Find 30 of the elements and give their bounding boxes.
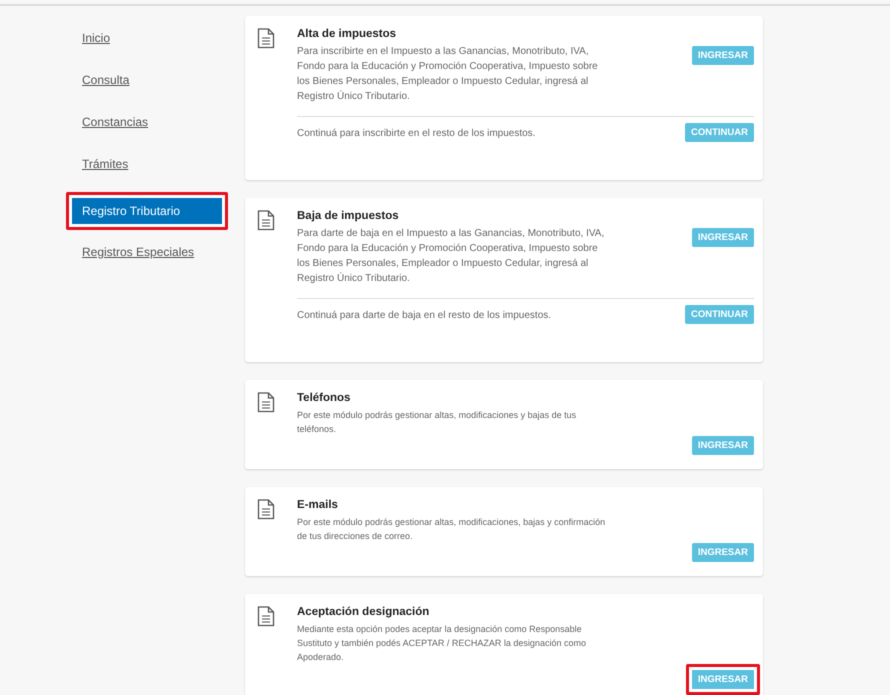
sidebar-item[interactable]: Inicio bbox=[66, 24, 228, 52]
card-title: E-mails bbox=[297, 499, 339, 511]
continue-button[interactable]: CONTINUAR bbox=[685, 123, 754, 142]
document-icon bbox=[257, 499, 275, 520]
enter-button[interactable]: INGRESAR bbox=[692, 46, 754, 65]
continue-text: Continuá para inscribirte en el resto de los impuestos. bbox=[297, 127, 536, 141]
continue-button[interactable]: CONTINUAR bbox=[685, 305, 754, 324]
sidebar-item[interactable]: Constancias bbox=[66, 108, 228, 136]
document-icon bbox=[257, 392, 275, 413]
enter-button[interactable]: INGRESAR bbox=[692, 436, 754, 455]
sidebar-item[interactable]: Registros Especiales bbox=[66, 238, 228, 266]
card-description: Mediante esta opción podes aceptar la designación como Responsable Sustituto y también podés ACEPTAR / RECHAZAR la designación como Apoderado. bbox=[297, 623, 587, 664]
card-description: Por este módulo podrás gestionar altas, modificaciones, bajas y confirmación de tus direcciones de correo. bbox=[297, 516, 606, 543]
card-description: Por este módulo podrás gestionar altas, modificaciones y bajas de tus teléfonos. bbox=[297, 409, 578, 436]
enter-button[interactable]: INGRESAR bbox=[686, 664, 760, 695]
enter-button[interactable]: INGRESAR bbox=[692, 228, 754, 247]
card-description: Para inscribirte en el Impuesto a las Ganancias, Monotributo, IVA, Fondo para la Educación y Promoción Cooperativa, Impuesto sobre los Bienes Personales, Empleador o Impuesto Cedular, ingresá al Registro Único Tributario. bbox=[297, 45, 599, 104]
sidebar-item[interactable]: Trámites bbox=[66, 150, 228, 178]
sidebar-item[interactable]: Registro Tributario bbox=[66, 192, 228, 230]
document-icon bbox=[257, 28, 275, 49]
card-title: Aceptación designación bbox=[297, 606, 430, 618]
card-title: Alta de impuestos bbox=[297, 28, 398, 40]
document-icon bbox=[257, 210, 275, 231]
document-icon bbox=[257, 606, 275, 627]
card-title: Teléfonos bbox=[297, 392, 352, 404]
card-description: Para darte de baja en el Impuesto a las Ganancias, Monotributo, IVA, Fondo para la Educación y Promoción Cooperativa, Impuesto sobre los Bienes Personales, Empleador o Impuesto Cedular, ingresá al Registro Único Tributario. bbox=[297, 227, 606, 286]
card-title: Baja de impuestos bbox=[297, 210, 400, 222]
continue-text: Continuá para darte de baja en el resto de los impuestos. bbox=[297, 309, 552, 323]
sidebar-item[interactable]: Consulta bbox=[66, 66, 228, 94]
enter-button[interactable]: INGRESAR bbox=[692, 543, 754, 562]
